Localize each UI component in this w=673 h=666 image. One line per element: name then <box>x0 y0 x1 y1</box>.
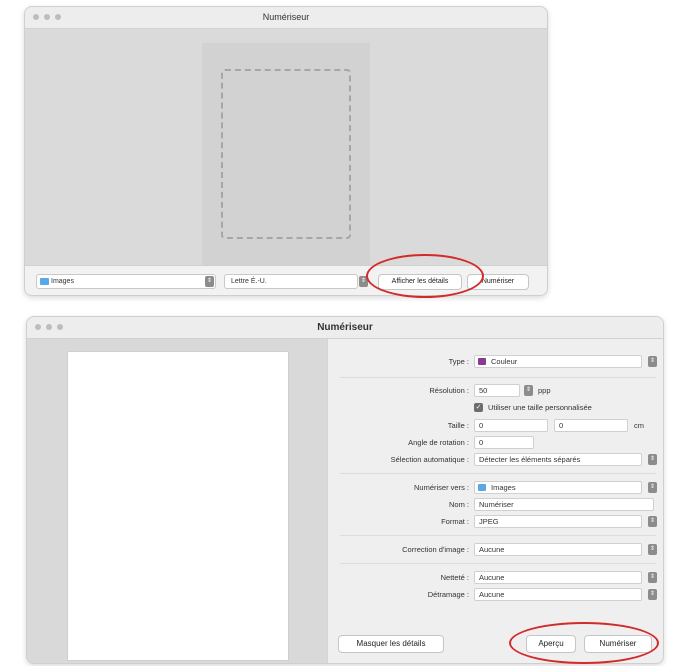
divider <box>340 563 656 564</box>
resolution-field[interactable]: 50 <box>474 384 520 397</box>
name-label: Nom : <box>448 500 469 509</box>
type-label: Type : <box>448 357 469 366</box>
window-title: Numériseur <box>262 12 310 22</box>
descreening-label: Détramage : <box>427 590 469 599</box>
auto-select-stepper-icon[interactable]: ⇕ <box>648 454 657 465</box>
paper-size-label: Lettre É.-U. <box>231 278 267 285</box>
scan-bed <box>202 43 370 265</box>
destination-label: Images <box>51 278 74 285</box>
scan-to-popup[interactable]: Images <box>474 481 642 494</box>
image-correction-stepper-icon[interactable]: ⇕ <box>648 544 657 555</box>
paper-size-popup[interactable]: Lettre É.-U. <box>224 274 358 289</box>
hide-details-button[interactable]: Masquer les détails <box>338 635 444 653</box>
image-correction-popup[interactable]: Aucune <box>474 543 642 556</box>
custom-size-checkbox[interactable]: ✓ <box>474 403 483 412</box>
resolution-label: Résolution : <box>429 386 469 395</box>
scanned-page-preview[interactable] <box>67 351 289 661</box>
title-bar: Numériseur <box>25 7 547 29</box>
format-popup[interactable]: JPEG <box>474 515 642 528</box>
divider <box>340 535 656 536</box>
scan-preview-area <box>27 339 327 663</box>
highlight-ring-preview-scan <box>509 622 659 664</box>
scan-to-value: Images <box>491 483 516 492</box>
sharpness-label: Netteté : <box>440 573 469 582</box>
type-stepper-icon[interactable]: ⇕ <box>648 356 657 367</box>
resolution-unit: ppp <box>538 386 551 395</box>
highlight-ring-show-details <box>366 254 484 298</box>
divider <box>340 473 656 474</box>
sharpness-stepper-icon[interactable]: ⇕ <box>648 572 657 583</box>
color-swatch-icon <box>478 358 486 365</box>
size-height-field[interactable]: 0 <box>554 419 628 432</box>
destination-popup[interactable]: Images <box>36 274 216 289</box>
selection-rectangle[interactable] <box>221 69 351 239</box>
auto-select-popup[interactable]: Détecter les éléments séparés <box>474 453 642 466</box>
folder-icon <box>40 278 49 285</box>
scanner-window-compact: Numériseur Images ⇕ Lettre É.-U. ⇕ Affic… <box>24 6 548 296</box>
rotation-field[interactable]: 0 <box>474 436 534 449</box>
window-title: Numériseur <box>317 322 373 333</box>
size-width-field[interactable]: 0 <box>474 419 548 432</box>
format-label: Format : <box>441 517 469 526</box>
type-popup[interactable]: Couleur <box>474 355 642 368</box>
descreening-stepper-icon[interactable]: ⇕ <box>648 589 657 600</box>
sharpness-popup[interactable]: Aucune <box>474 571 642 584</box>
image-correction-label: Correction d'image : <box>402 545 469 554</box>
scanner-window-detailed: Numériseur Type : Couleur ⇕ Résolution :… <box>26 316 664 664</box>
size-label: Taille : <box>447 421 469 430</box>
format-stepper-icon[interactable]: ⇕ <box>648 516 657 527</box>
scan-to-label: Numériser vers : <box>413 483 469 492</box>
type-value: Couleur <box>491 357 518 366</box>
divider <box>340 377 656 378</box>
descreening-popup[interactable]: Aucune <box>474 588 642 601</box>
rotation-label: Angle de rotation : <box>408 438 469 447</box>
auto-select-label: Sélection automatique : <box>390 455 469 464</box>
scan-to-stepper-icon[interactable]: ⇕ <box>648 482 657 493</box>
name-field[interactable]: Numériser <box>474 498 654 511</box>
title-bar: Numériseur <box>27 317 663 339</box>
settings-panel: Type : Couleur ⇕ Résolution : 50 ⇕ ppp ✓… <box>327 339 663 663</box>
scan-preview-area <box>25 29 547 265</box>
size-unit: cm <box>634 421 644 430</box>
destination-stepper-icon[interactable]: ⇕ <box>205 276 214 287</box>
folder-icon <box>478 484 486 491</box>
resolution-stepper-icon[interactable]: ⇕ <box>524 385 533 396</box>
custom-size-label: Utiliser une taille personnalisée <box>488 403 592 412</box>
